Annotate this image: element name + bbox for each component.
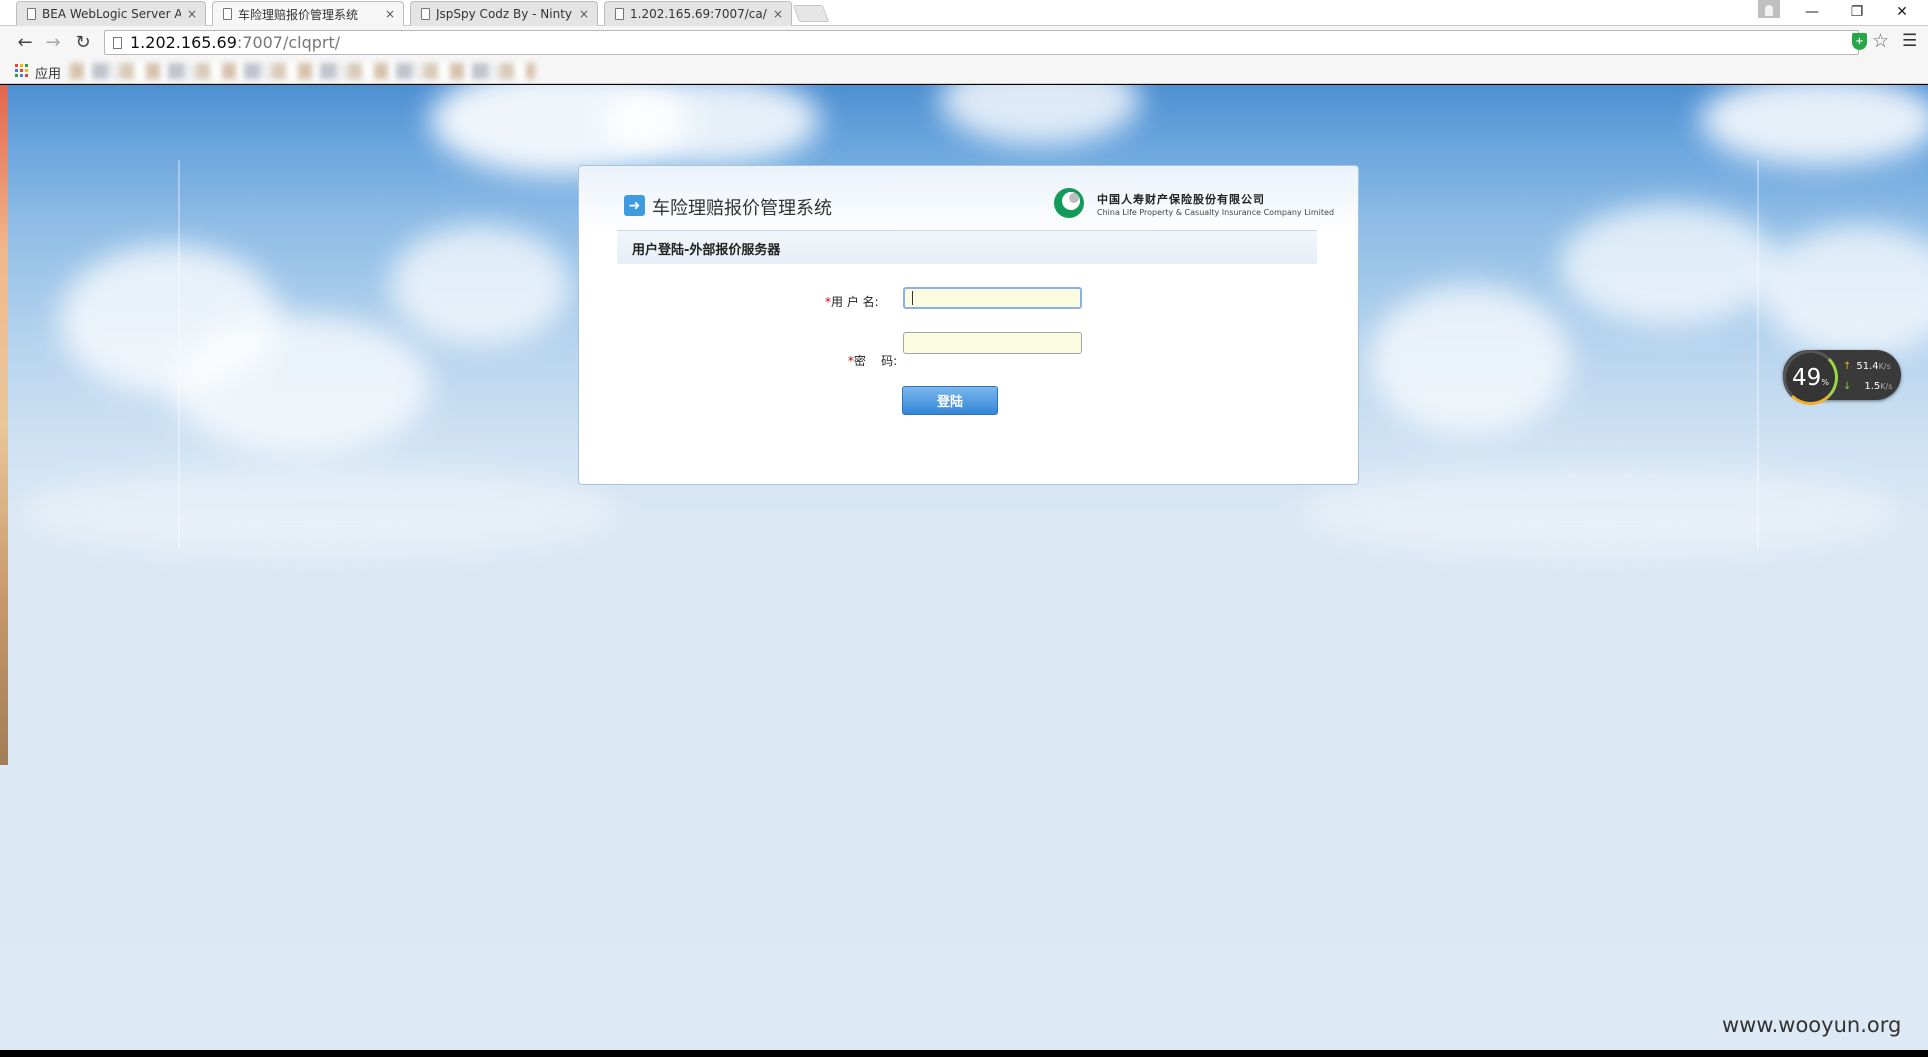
password-input[interactable] [903, 332, 1082, 354]
usage-percent: 49 [1792, 364, 1822, 391]
bookmarks-bar: 应用 [0, 59, 1928, 84]
download-arrow-icon: ↓ [1843, 381, 1852, 392]
tab-close-icon[interactable]: × [773, 7, 783, 21]
upload-arrow-icon: ↑ [1843, 361, 1852, 372]
cloud-decoration [1370, 285, 1570, 435]
profile-icon[interactable] [1758, 0, 1780, 18]
username-label: *用 户 名: [825, 295, 879, 309]
bookmark-star-icon[interactable]: ☆ [1872, 30, 1889, 52]
login-button[interactable]: 登陆 [902, 386, 998, 415]
forward-button[interactable]: → [42, 31, 64, 53]
cloud-decoration [1300, 465, 1900, 555]
close-window-button[interactable]: ✕ [1880, 0, 1924, 24]
network-usage-gauge: 49% [1783, 350, 1838, 405]
login-panel: ➜ 车险理赔报价管理系统 中国人寿财产保险股份有限公司 China Life P… [578, 165, 1359, 485]
arrow-right-icon: ➜ [624, 195, 645, 216]
taskbar [0, 1050, 1928, 1057]
document-icon [421, 8, 430, 20]
upload-rate: ↑ 51.4K/s [1843, 361, 1891, 372]
tab-ca-oc[interactable]: 1.202.165.69:7007/ca/oc × [604, 1, 792, 26]
tab-jspspy[interactable]: JspSpy Codz By - Ninty × [410, 1, 598, 26]
url-path: :7007/clqprt/ [236, 33, 341, 52]
login-subheader: 用户登陆-外部报价服务器 [617, 231, 1317, 264]
tab-title: BEA WebLogic Server Ac [42, 7, 181, 21]
cloud-decoration [170, 315, 430, 455]
cloud-decoration [390, 225, 570, 345]
tab-weblogic[interactable]: BEA WebLogic Server Ac × [16, 1, 206, 26]
company-name-en: China Life Property & Casualty Insurance… [1097, 208, 1335, 217]
china-life-logo [1054, 188, 1084, 218]
document-icon [615, 8, 624, 20]
back-button[interactable]: ← [14, 31, 36, 53]
tab-close-icon[interactable]: × [187, 7, 197, 21]
page-viewport: ➜ 车险理赔报价管理系统 中国人寿财产保险股份有限公司 China Life P… [0, 85, 1928, 1050]
login-subtitle: 用户登陆-外部报价服务器 [632, 243, 781, 258]
download-rate: ↓ 1.5K/s [1843, 381, 1893, 392]
tab-close-icon[interactable]: × [385, 7, 395, 21]
background-panel-edge [1757, 160, 1759, 550]
background-panel-edge [178, 160, 180, 550]
blurred-bookmarks [70, 63, 535, 79]
cloud-decoration [20, 465, 620, 555]
tab-title: 1.202.165.69:7007/ca/oc [630, 7, 767, 21]
document-icon [27, 8, 36, 20]
tab-title: 车险理赔报价管理系统 [238, 7, 359, 22]
menu-icon[interactable]: ☰ [1902, 31, 1917, 51]
tab-strip: BEA WebLogic Server Ac × 车险理赔报价管理系统 × Js… [0, 0, 1928, 26]
new-tab-button[interactable] [792, 5, 830, 22]
cloud-decoration [940, 85, 1140, 145]
cloud-decoration [1760, 225, 1928, 355]
apps-grid-icon[interactable] [15, 64, 28, 77]
restore-button[interactable]: ❐ [1835, 0, 1879, 24]
left-window-strip [0, 85, 8, 765]
cloud-decoration [1560, 205, 1780, 325]
document-icon [223, 8, 232, 20]
company-name-cn: 中国人寿财产保险股份有限公司 [1097, 193, 1265, 206]
username-input[interactable] [903, 287, 1082, 309]
watermark: www.wooyun.org [1722, 1013, 1902, 1037]
cloud-decoration [1700, 85, 1928, 165]
system-title: 车险理赔报价管理系统 [652, 198, 832, 219]
usage-percent-unit: % [1821, 378, 1829, 387]
browser-toolbar: ← → ↻ 1.202.165.69:7007/clqprt/ [0, 26, 1928, 59]
tab-title: JspSpy Codz By - Ninty [436, 7, 573, 21]
password-label: *密 码: [847, 354, 898, 368]
page-icon [113, 36, 122, 49]
tab-claims-system[interactable]: 车险理赔报价管理系统 × [212, 1, 404, 26]
apps-label[interactable]: 应用 [35, 63, 61, 82]
reload-button[interactable]: ↻ [72, 31, 94, 53]
tab-close-icon[interactable]: × [579, 7, 589, 21]
url-host: 1.202.165.69 [130, 33, 237, 52]
minimize-button[interactable]: — [1790, 0, 1834, 24]
shield-extension-icon[interactable]: + [1852, 33, 1867, 50]
address-bar[interactable]: 1.202.165.69:7007/clqprt/ [104, 30, 1859, 55]
